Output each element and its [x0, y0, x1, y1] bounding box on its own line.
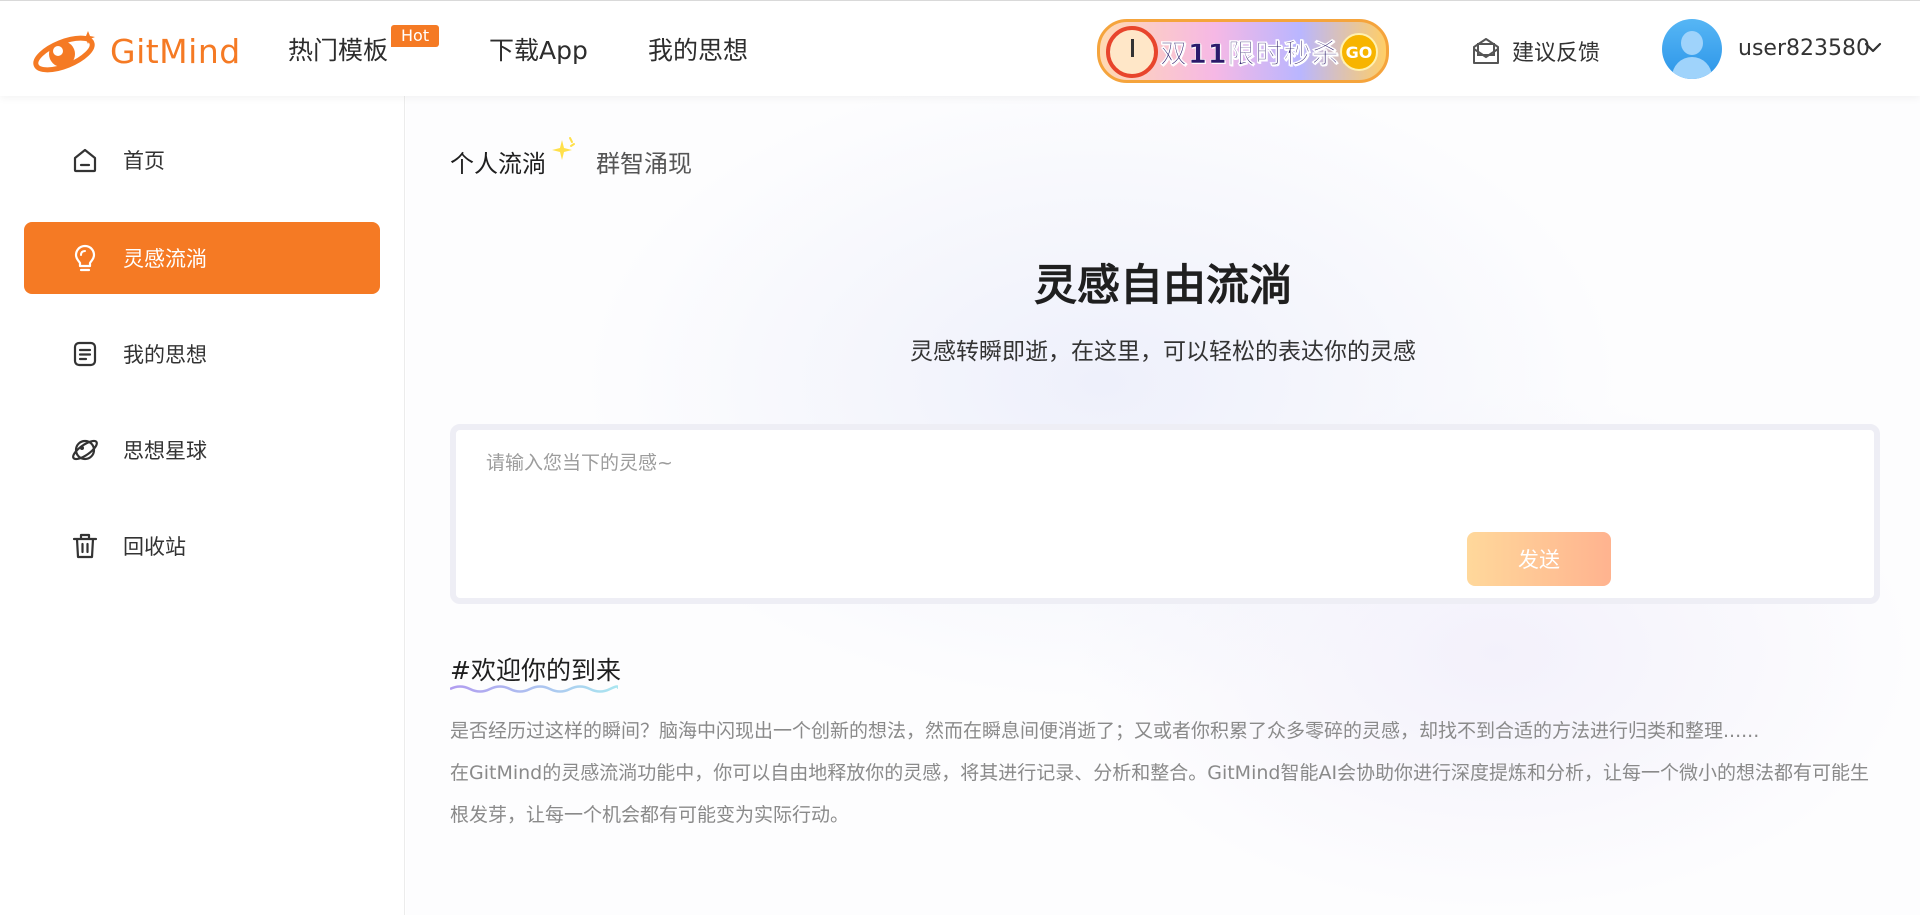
send-button[interactable]: 发送: [1467, 532, 1611, 586]
avatar-head: [1681, 31, 1703, 55]
sidebar-item-label: 灵感流淌: [123, 247, 207, 271]
page-title: 灵感自由流淌: [1034, 261, 1292, 311]
alarm-clock-icon: [1106, 26, 1158, 78]
top-bar: GitMind 热门模板 Hot 下载App 我的思想 双11限时秒杀! GO …: [0, 0, 1920, 96]
wave-underline: [450, 685, 618, 693]
tab-collective-emergence[interactable]: 群智涌现: [596, 144, 692, 179]
welcome-title: #欢迎你的到来: [450, 656, 621, 685]
page-subtitle: 灵感转瞬即逝，在这里，可以轻松的表达你的灵感: [910, 339, 1416, 365]
lightbulb-icon: [74, 244, 96, 272]
feedback-label: 建议反馈: [1512, 41, 1601, 66]
inspiration-input[interactable]: [486, 448, 1846, 528]
avatar-body: [1672, 57, 1712, 79]
nav-download-app[interactable]: 下载App: [489, 31, 588, 67]
welcome-paragraph: 是否经历过这样的瞬间？脑海中闪现出一个创新的想法，然而在瞬息间便消逝了；又或者你…: [450, 720, 1760, 742]
gitmind-logo-icon: [33, 31, 95, 73]
tab-bar: 个人流淌 群智涌现: [448, 137, 692, 179]
promo-text: 双11限时秒杀!: [1160, 39, 1353, 71]
trash-icon: [72, 533, 98, 559]
welcome-body: 是否经历过这样的瞬间？脑海中闪现出一个创新的想法，然而在瞬息间便消逝了；又或者你…: [450, 710, 1882, 836]
sidebar: 首页 灵感流淌 我的思想 思想星球 回收站: [0, 96, 405, 915]
brand-logo[interactable]: GitMind: [30, 25, 241, 77]
planet-icon: [72, 439, 98, 461]
promo-banner[interactable]: 双11限时秒杀! GO: [1097, 19, 1389, 83]
feedback-mail-icon: [1473, 38, 1499, 64]
promo-go-button[interactable]: GO: [1340, 33, 1378, 71]
username[interactable]: user823580: [1738, 36, 1870, 61]
sidebar-item-my-thoughts[interactable]: 我的思想: [24, 318, 380, 390]
sidebar-item-home[interactable]: 首页: [24, 124, 380, 196]
sidebar-item-label: 我的思想: [123, 343, 207, 367]
sidebar-item-recycle-bin[interactable]: 回收站: [24, 510, 380, 582]
brand-name: GitMind: [110, 31, 241, 71]
tab-personal-flow[interactable]: 个人流淌: [448, 144, 546, 179]
main-content: 个人流淌 群智涌现 灵感自由流淌 灵感转瞬即逝，在这里，可以轻松的表达你的灵感 …: [406, 96, 1920, 915]
sidebar-item-thought-planet[interactable]: 思想星球: [24, 414, 380, 486]
sidebar-item-label: 首页: [123, 149, 165, 173]
hot-badge: Hot: [391, 25, 440, 47]
sparkle-icon: [552, 137, 575, 160]
welcome-paragraph: 在GitMind的灵感流淌功能中，你可以自由地释放你的灵感，将其进行记录、分析和…: [450, 762, 1870, 826]
note-icon: [73, 341, 97, 367]
chevron-down-icon[interactable]: [1862, 37, 1884, 59]
nav-my-thoughts[interactable]: 我的思想: [648, 31, 748, 67]
nav-hot-templates[interactable]: 热门模板: [288, 31, 388, 67]
sidebar-item-inspiration-flow[interactable]: 灵感流淌: [24, 222, 380, 294]
avatar[interactable]: [1662, 19, 1722, 79]
sidebar-item-label: 回收站: [123, 535, 186, 559]
inspiration-input-card: 发送: [450, 424, 1880, 604]
home-icon: [73, 148, 97, 173]
sidebar-item-label: 思想星球: [123, 439, 207, 463]
feedback-button[interactable]: 建议反馈: [1470, 35, 1600, 67]
